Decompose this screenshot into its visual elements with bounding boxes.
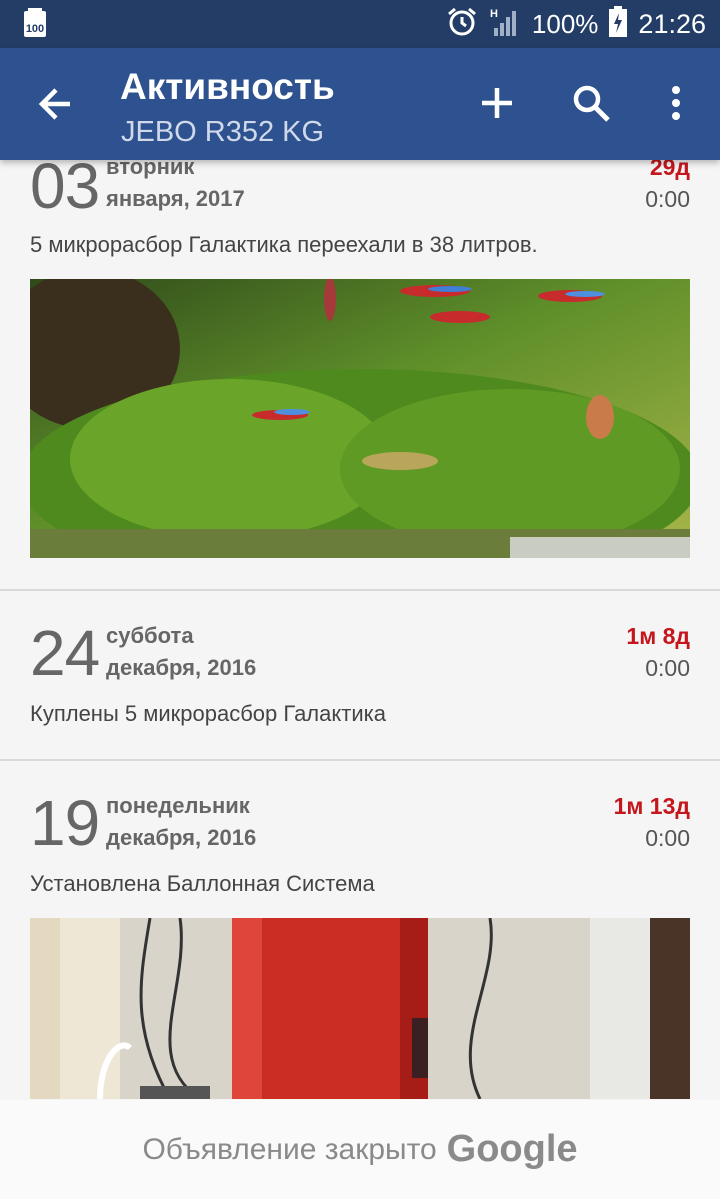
entry-age: 1м 13д xyxy=(613,793,690,819)
co2-cylinder-photo[interactable] xyxy=(30,918,690,1099)
activity-entry[interactable]: 19 понедельник декабря, 2016 1м 13д 0:00… xyxy=(0,761,720,1100)
battery-charging-icon xyxy=(608,6,628,42)
alarm-icon xyxy=(446,6,478,42)
entry-time: 0:00 xyxy=(645,825,690,851)
google-logo: Google xyxy=(446,1128,578,1170)
entry-weekday: вторник xyxy=(106,160,195,179)
entry-day: 19 xyxy=(30,787,100,859)
search-icon[interactable] xyxy=(568,80,614,126)
battery-percent: 100% xyxy=(531,8,599,39)
entry-weekday: суббота xyxy=(106,623,194,648)
page-title: Активность xyxy=(120,66,335,107)
add-icon[interactable] xyxy=(474,80,520,126)
clock: 21:26 xyxy=(638,8,706,39)
entry-weekday: понедельник xyxy=(106,793,250,818)
entry-age: 1м 8д xyxy=(626,623,690,649)
back-icon[interactable] xyxy=(30,78,82,130)
more-vert-icon[interactable] xyxy=(660,80,692,126)
page-subtitle: JEBO R352 KG xyxy=(121,116,325,148)
entry-month-year: декабря, 2016 xyxy=(106,825,257,850)
entry-description: Установлена Баллонная Система xyxy=(30,871,375,896)
ad-closed-banner: Объявление закрыто Google xyxy=(0,1100,720,1199)
entry-age: 29д xyxy=(649,160,690,180)
entry-time: 0:00 xyxy=(645,186,690,212)
entry-time: 0:00 xyxy=(645,655,690,681)
signal-icon: H xyxy=(488,6,522,42)
activity-entry[interactable]: 03 вторник января, 2017 29д 0:00 5 микро… xyxy=(0,160,720,590)
notification-label: 100 xyxy=(26,23,44,35)
network-label: H xyxy=(490,8,498,20)
activity-entry[interactable]: 24 суббота декабря, 2016 1м 8д 0:00 Купл… xyxy=(0,591,720,759)
aquarium-fish-photo[interactable] xyxy=(30,279,690,558)
entry-day: 24 xyxy=(30,617,100,689)
ad-closed-text: Объявление закрыто xyxy=(142,1132,437,1166)
entry-description: Куплены 5 микрорасбор Галактика xyxy=(30,701,386,726)
entry-description: 5 микрорасбор Галактика переехали в 38 л… xyxy=(30,232,538,257)
entry-day: 03 xyxy=(30,160,100,222)
entry-month-year: января, 2017 xyxy=(106,186,245,211)
battery-100-notification-icon: 100 xyxy=(22,8,48,38)
entry-month-year: декабря, 2016 xyxy=(106,655,257,680)
activity-feed[interactable]: 03 вторник января, 2017 29д 0:00 5 микро… xyxy=(0,160,720,1100)
app-bar: Активность JEBO R352 KG xyxy=(0,48,720,160)
status-bar: 100 H 100% 21:26 xyxy=(0,0,720,48)
